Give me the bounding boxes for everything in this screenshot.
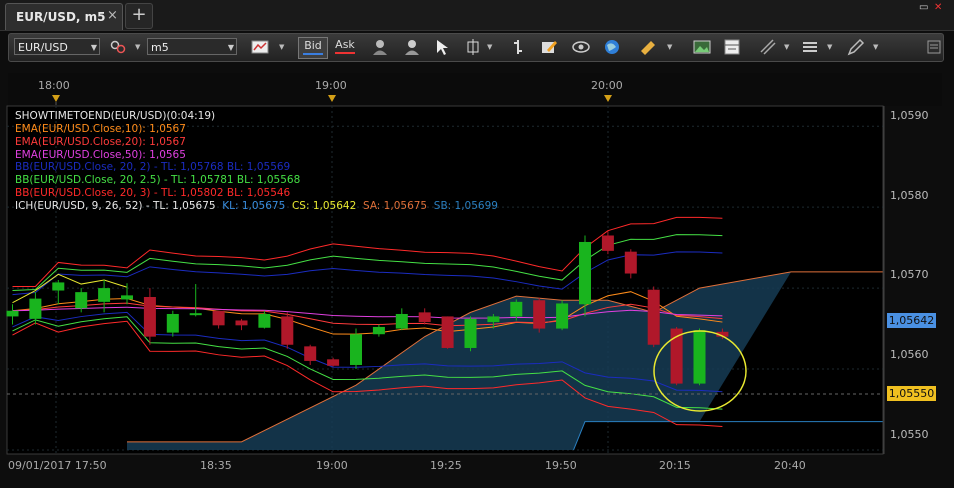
candle-body xyxy=(372,326,385,335)
price-label: 1,0590 xyxy=(890,109,929,122)
candle-body xyxy=(647,289,660,345)
time-label: 09/01/2017 17:50 xyxy=(8,459,107,472)
indicator-line: BB(EUR/USD.Close, 20, 2) - TL: 1,05768 B… xyxy=(15,161,291,173)
line-price-tag: 1,05550 xyxy=(887,386,936,401)
candle-body xyxy=(487,316,500,323)
candle-body xyxy=(418,312,431,323)
ich-kl: KL: 1,05675 xyxy=(222,200,286,212)
candle-body xyxy=(350,334,362,365)
candle-body xyxy=(143,296,156,337)
candle-body xyxy=(281,316,294,345)
candle-body xyxy=(52,282,65,291)
price-label: 1,0570 xyxy=(890,268,929,281)
price-label: 1,0580 xyxy=(890,189,929,202)
candle-body xyxy=(327,359,340,366)
ich-sb: SB: 1,05699 xyxy=(433,200,498,212)
ich-sa: SA: 1,05675 xyxy=(362,200,428,212)
candle-body xyxy=(601,235,614,251)
candle-body xyxy=(441,316,454,348)
candle-body xyxy=(121,295,133,300)
candle-body xyxy=(304,346,317,361)
indicator-line: BB(EUR/USD.Close, 20, 3) - TL: 1,05802 B… xyxy=(15,187,291,199)
ichimoku-line: ICH(EUR/USD, 9, 26, 52) - TL: 1,05675 KL… xyxy=(15,200,498,212)
candle-body xyxy=(258,313,271,328)
candle-body xyxy=(189,313,202,316)
candle-body xyxy=(212,310,225,326)
ich-cs: CS: 1,05642 xyxy=(291,200,357,212)
candle-body xyxy=(235,320,248,326)
indicator-line: EMA(EUR/USD.Close,20): 1,0567 xyxy=(15,136,186,148)
indicator-line: SHOWTIMETOEND(EUR/USD)(0:04:19) xyxy=(15,110,216,122)
indicator-line: EMA(EUR/USD.Close,50): 1,0565 xyxy=(15,149,186,161)
time-label: 18:35 xyxy=(200,459,232,472)
candle-body xyxy=(6,310,19,317)
candle-body xyxy=(579,241,591,305)
time-label: 19:00 xyxy=(316,459,348,472)
candle-body xyxy=(166,313,179,333)
current-price-tag: 1,05642 xyxy=(887,313,936,328)
candle-body xyxy=(556,303,569,329)
candle-body xyxy=(395,313,408,329)
candle-body xyxy=(75,292,88,309)
time-label: 20:15 xyxy=(659,459,691,472)
candle-body xyxy=(29,298,42,319)
price-label: 1,0560 xyxy=(890,348,929,361)
candle-body xyxy=(693,330,706,384)
time-label: 19:50 xyxy=(545,459,577,472)
time-label: 19:25 xyxy=(430,459,462,472)
indicator-line: EMA(EUR/USD.Close,10): 1,0567 xyxy=(15,123,186,135)
candle-body xyxy=(98,288,111,302)
candle-body xyxy=(464,318,477,348)
indicator-line: BB(EUR/USD.Close, 20, 2.5) - TL: 1,05781… xyxy=(15,174,301,186)
candle-body xyxy=(533,300,546,329)
candle-body xyxy=(624,251,637,274)
ich-name: ICH(EUR/USD, 9, 26, 52) - TL: 1,05675 xyxy=(15,200,216,212)
price-label: 1,0550 xyxy=(890,428,929,441)
price-chart[interactable] xyxy=(0,0,954,488)
time-label: 20:40 xyxy=(774,459,806,472)
candle-body xyxy=(510,301,523,317)
